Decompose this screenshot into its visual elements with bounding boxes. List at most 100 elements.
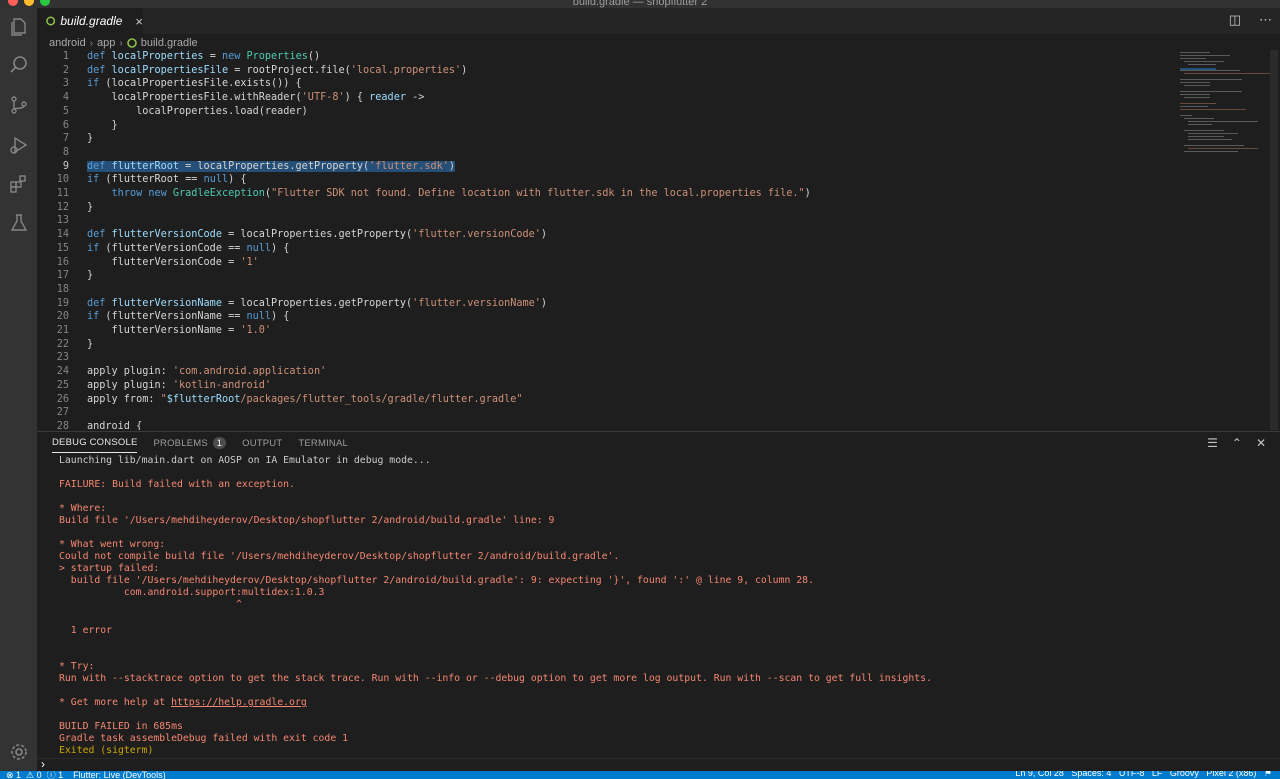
close-tab-icon[interactable]: × (135, 14, 143, 29)
code-line: flutterVersionCode = '1' (87, 256, 259, 268)
editor-tab-bar: build.gradle × ◫ ⋯ (37, 8, 1280, 34)
minimap[interactable] (1178, 50, 1276, 430)
line-number: 19 (56, 297, 69, 309)
console-line: * Try: (59, 661, 95, 672)
console-line: Gradle task assembleDebug failed with ex… (59, 733, 349, 744)
gear-icon[interactable] (8, 741, 30, 763)
tab-label: build.gradle (60, 14, 123, 28)
code-line: def localPropertiesFile = rootProject.fi… (87, 64, 468, 76)
window-title: build.gradle — shopflutter 2 (572, 0, 708, 8)
chevron-right-icon: › (119, 37, 123, 49)
code-line: def flutterVersionName = localProperties… (87, 297, 548, 309)
gradle-file-icon (126, 38, 137, 48)
breadcrumb-item-file[interactable]: build.gradle (141, 37, 198, 49)
editor-scrollbar[interactable] (1270, 50, 1278, 430)
line-number: 1 (62, 51, 69, 62)
line-number: 28 (56, 420, 69, 430)
console-line: ^ (59, 599, 242, 610)
testing-icon[interactable] (8, 212, 30, 234)
breadcrumb-item-android[interactable]: android (49, 37, 86, 49)
tab-build-gradle[interactable]: build.gradle × (37, 8, 143, 34)
line-number: 14 (56, 229, 69, 241)
console-line: * Where: (59, 503, 107, 514)
line-number: 25 (56, 379, 69, 391)
code-line: apply from: "$flutterRoot/packages/flutt… (87, 393, 523, 405)
line-number: 10 (56, 174, 69, 186)
line-number: 22 (56, 338, 69, 350)
console-line: * What went wrong: (59, 539, 166, 550)
close-panel-icon[interactable]: ✕ (1256, 436, 1266, 450)
run-debug-icon[interactable] (8, 134, 30, 156)
bottom-panel: DEBUG CONSOLE PROBLEMS 1 OUTPUT TERMINAL… (37, 431, 1280, 771)
status-right[interactable]: Ln 9, Col 28 Spaces: 4 UTF-8 LF Groovy P… (1015, 771, 1272, 779)
gradle-file-icon (46, 16, 56, 26)
split-editor-icon[interactable]: ◫ (1229, 12, 1241, 28)
console-line: Run with --stacktrace option to get the … (59, 673, 932, 684)
console-line: * Get more help at https://help.gradle.o… (59, 697, 307, 709)
line-number: 21 (56, 325, 69, 336)
code-line: throw new GradleException("Flutter SDK n… (111, 188, 811, 199)
line-number: 23 (56, 352, 69, 364)
console-line: Exited (sigterm) (59, 745, 154, 756)
line-number: 24 (56, 366, 69, 378)
console-line: FAILURE: Build failed with an exception. (59, 479, 295, 490)
console-line: 1 error (59, 625, 113, 636)
status-left[interactable]: ⊗ 1 ⚠ 0 ⓘ 1 Flutter: Live (DevTools) (6, 771, 166, 779)
debug-console-output: Launching lib/main.dart on AOSP on IA Em… (59, 455, 1269, 756)
console-line: build file '/Users/mehdiheyderov/Desktop… (59, 575, 814, 586)
panel-tabs: DEBUG CONSOLE PROBLEMS 1 OUTPUT TERMINAL (52, 437, 348, 453)
code-line: } (87, 119, 118, 131)
console-line: > startup failed: (59, 563, 160, 574)
line-number: 17 (56, 270, 69, 282)
problems-count-badge: 1 (212, 437, 227, 449)
tab-problems-label: PROBLEMS (153, 437, 208, 449)
code-line: flutterVersionName = '1.0' (87, 325, 272, 336)
line-number: 5 (62, 105, 69, 117)
line-number: 8 (62, 146, 69, 158)
console-line: Launching lib/main.dart on AOSP on IA Em… (59, 455, 431, 466)
code-line: } (87, 201, 94, 213)
line-number: 20 (56, 311, 69, 323)
tab-problems[interactable]: PROBLEMS 1 (153, 437, 227, 453)
code-line: android { (87, 420, 143, 430)
maximize-panel-icon[interactable]: ⌃ (1232, 436, 1242, 450)
source-control-icon[interactable] (8, 94, 30, 116)
code-line: if (flutterVersionName == null) { (87, 311, 290, 323)
debug-console-input[interactable]: › (37, 757, 1280, 771)
line-number: 18 (56, 283, 69, 295)
files-icon[interactable] (8, 16, 30, 38)
code-line: apply plugin: 'com.android.application' (87, 366, 327, 378)
code-line: if (flutterRoot == null) { (87, 174, 247, 186)
line-number: 9 (62, 160, 69, 172)
code-line: } (87, 338, 94, 350)
editor-actions: ◫ ⋯ (1229, 12, 1272, 28)
console-line: BUILD FAILED in 685ms (59, 721, 183, 732)
code-editor[interactable]: 1 def localProperties = new Properties() … (37, 50, 1210, 430)
clear-console-icon[interactable]: ☰ (1207, 436, 1218, 450)
code-line: } (87, 133, 94, 145)
panel-actions: ☰ ⌃ ✕ (1207, 436, 1266, 450)
more-actions-icon[interactable]: ⋯ (1259, 12, 1272, 28)
tab-terminal[interactable]: TERMINAL (298, 437, 348, 453)
console-line: Could not compile build file '/Users/meh… (59, 551, 620, 562)
search-icon[interactable] (8, 54, 30, 76)
code-line: localPropertiesFile.withReader('UTF-8') … (87, 92, 425, 104)
tab-output[interactable]: OUTPUT (242, 437, 282, 453)
console-line: com.android.support:multidex:1.0.3 (59, 587, 325, 598)
breadcrumb: android › app › build.gradle (49, 35, 198, 51)
line-number: 4 (62, 92, 69, 104)
code-line: if (flutterVersionCode == null) { (87, 242, 290, 254)
status-bar: ⊗ 1 ⚠ 0 ⓘ 1 Flutter: Live (DevTools) Ln … (0, 771, 1280, 779)
activity-bar (0, 8, 37, 771)
line-number: 6 (62, 119, 69, 131)
code-line: def localProperties = new Properties() (87, 51, 321, 62)
chevron-right-icon: › (89, 37, 94, 49)
code-line: if (localPropertiesFile.exists()) { (87, 78, 302, 90)
tab-debug-console[interactable]: DEBUG CONSOLE (52, 437, 138, 453)
title-bar: build.gradle — shopflutter 2 (0, 0, 1280, 8)
code-line: apply plugin: 'kotlin-android' (87, 379, 272, 391)
code-line: } (87, 270, 94, 282)
extensions-icon[interactable] (8, 173, 30, 195)
breadcrumb-item-app[interactable]: app (97, 37, 115, 49)
gradle-help-link[interactable]: https://help.gradle.org (171, 697, 307, 708)
